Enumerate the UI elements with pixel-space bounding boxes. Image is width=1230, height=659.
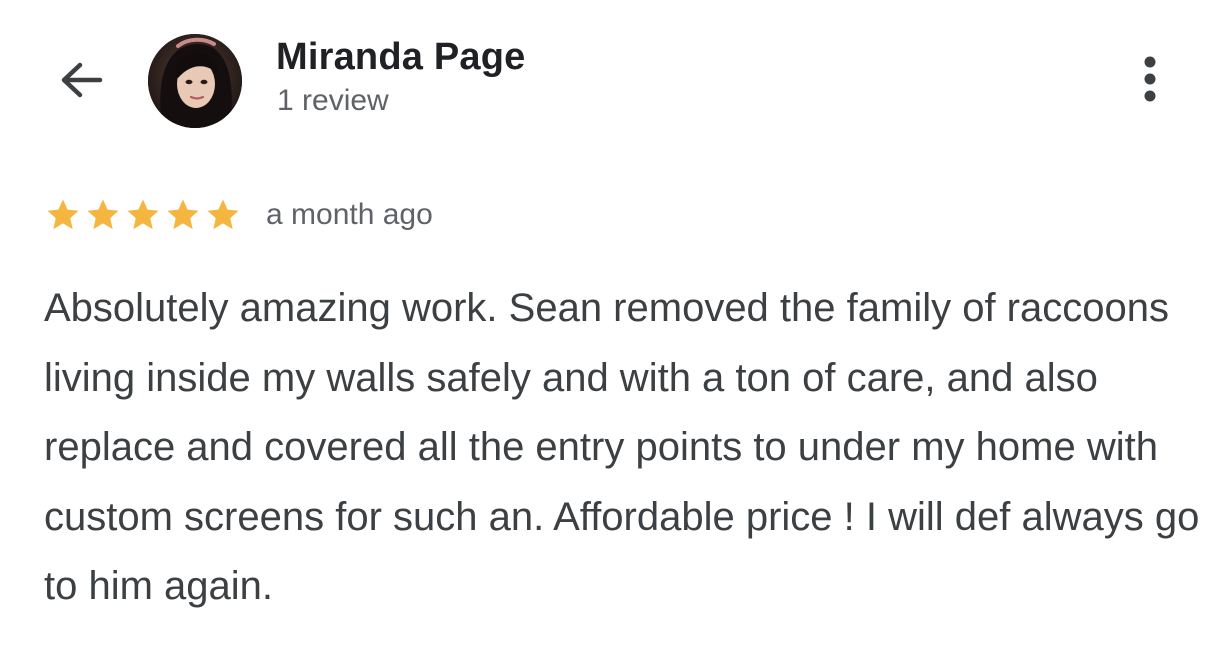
review-text: Absolutely amazing work. Sean removed th…	[44, 286, 1200, 608]
review-date: a month ago	[266, 198, 433, 231]
more-vertical-icon	[1144, 56, 1156, 102]
review-detail-page: Miranda Page 1 review a month ago Absolu…	[0, 0, 1230, 659]
back-button[interactable]	[50, 52, 110, 112]
star-icon	[44, 196, 82, 234]
star-icon	[204, 196, 242, 234]
arrow-left-icon	[61, 62, 103, 98]
star-icon	[164, 196, 202, 234]
more-options-button[interactable]	[1130, 52, 1170, 112]
profile-photo-image	[148, 34, 242, 128]
star-icon	[84, 196, 122, 234]
star-rating	[44, 196, 242, 234]
review-count[interactable]: 1 review	[277, 84, 389, 118]
avatar[interactable]	[148, 34, 242, 128]
rating-row: a month ago	[44, 194, 433, 236]
star-icon	[124, 196, 162, 234]
reviewer-name[interactable]: Miranda Page	[276, 36, 525, 79]
